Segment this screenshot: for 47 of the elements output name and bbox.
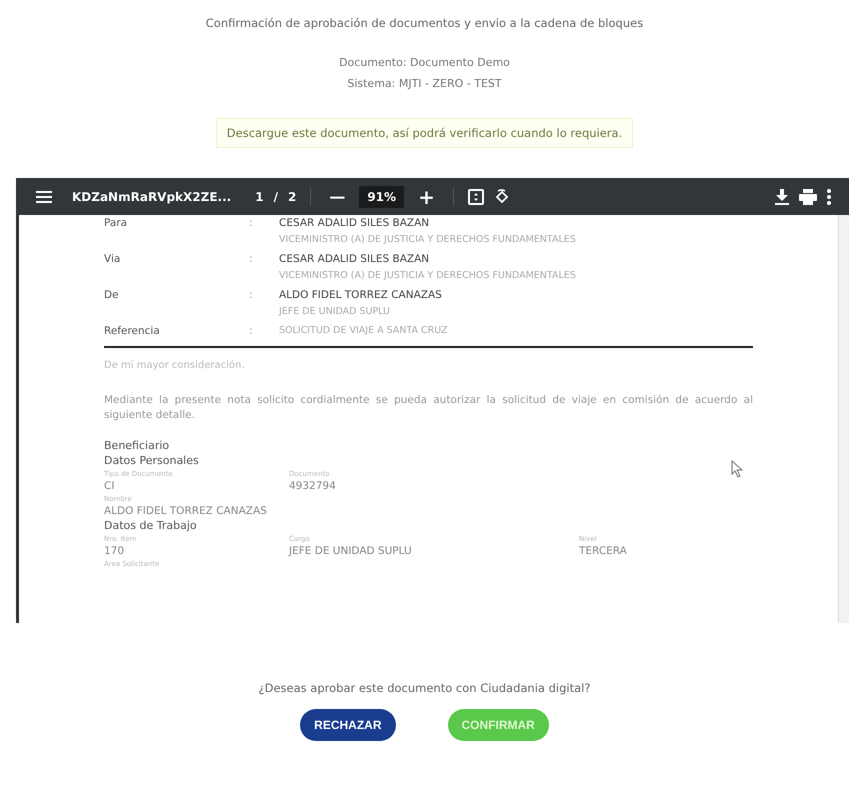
beneficiary-heading: Beneficiario	[104, 439, 170, 452]
data-value: 4932794	[289, 480, 337, 492]
field-separator: :	[249, 325, 254, 337]
system-name: Sistema: MJTI - ZERO - TEST	[347, 77, 502, 90]
page-number[interactable]: 1	[255, 190, 264, 204]
field-name: ALDO FIDEL TORREZ CANAZAS	[279, 289, 442, 301]
data-value: ALDO FIDEL TORREZ CANAZAS	[104, 505, 268, 518]
page-count: 2	[288, 190, 296, 204]
field-role: VICEMINISTRO (A) DE JUSTICIA Y DERECHOS FUNDAMENTALES	[279, 270, 576, 281]
scrollbar[interactable]	[838, 215, 849, 623]
cursor-icon	[731, 460, 743, 478]
reject-button[interactable]: RECHAZAR	[300, 709, 396, 741]
section-heading: Datos Personales	[104, 454, 199, 468]
field-name: CESAR ADALID SILES BAZAN	[279, 253, 430, 265]
print-icon[interactable]	[799, 188, 817, 204]
rotate-icon[interactable]	[494, 188, 510, 204]
download-icon[interactable]	[775, 188, 789, 204]
data-value: TERCERA	[579, 545, 628, 558]
data-value: 170	[104, 545, 126, 558]
data-value: CI	[104, 480, 116, 492]
greeting-text: De mi mayor consideración.	[104, 360, 246, 371]
field-label: Para	[104, 217, 128, 231]
page-separator: /	[274, 190, 278, 204]
field-separator: :	[249, 217, 254, 231]
download-notice: Descargue este documento, así podrá verificarlo cuando lo requiera.	[216, 118, 634, 148]
field-label: Referencia	[104, 325, 161, 337]
document-name: Documento: Documento Demo	[339, 56, 510, 69]
field-name: CESAR ADALID SILES BAZAN	[279, 217, 430, 229]
section-heading: Datos de Trabajo	[104, 519, 197, 532]
zoom-level[interactable]: 91%	[359, 186, 404, 208]
field-role: VICEMINISTRO (A) DE JUSTICIA Y DERECHOS FUNDAMENTALES	[279, 234, 576, 245]
data-value: JEFE DE UNIDAD SUPLU	[289, 545, 413, 558]
page-title: Confirmación de aprobación de documentos y envio a la cadena de bloques	[206, 16, 644, 30]
approval-question: ¿Deseas aprobar este documento con Ciudadania digital?	[258, 681, 590, 695]
fit-page-icon[interactable]	[468, 188, 484, 204]
field-separator: :	[249, 289, 254, 303]
file-name: KDZaNmRaRVpkX2ZE...	[72, 190, 232, 204]
field-separator: :	[249, 253, 254, 267]
body-text: Mediante la presente nota solicito cordialmente se pueda autorizar la solicitud de viaje en comisión de acuerdo al siguiente detalle.	[104, 393, 753, 424]
menu-icon[interactable]	[36, 190, 52, 202]
field-label: Via	[104, 253, 122, 267]
field-label: De	[104, 289, 120, 303]
zoom-out-button[interactable]: —	[325, 187, 350, 206]
zoom-in-button[interactable]: +	[414, 184, 439, 208]
field-role: JEFE DE UNIDAD SUPLU	[279, 306, 391, 317]
field-value: SOLICITUD DE VIAJE A SANTA CRUZ	[279, 325, 448, 336]
more-options-icon[interactable]	[827, 188, 831, 204]
